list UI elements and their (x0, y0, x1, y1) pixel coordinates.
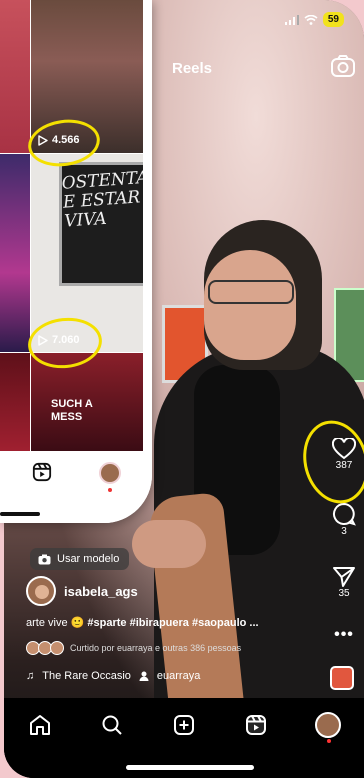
grid-tile[interactable]: SUCH A MESS (31, 353, 143, 451)
search-icon (102, 715, 122, 735)
reels-icon (246, 715, 266, 735)
send-icon (333, 567, 355, 587)
notification-dot (108, 488, 112, 492)
home-indicator (126, 765, 254, 770)
heart-icon (332, 438, 356, 460)
use-template-button[interactable]: Usar modelo (30, 548, 130, 570)
share-button[interactable]: 35 (324, 566, 364, 599)
music-note-icon: ♫ (26, 670, 35, 682)
comment-icon (333, 502, 356, 526)
profile-avatar (315, 712, 341, 738)
person-hand (132, 520, 206, 568)
liker-avatar (50, 641, 64, 655)
person-icon (139, 671, 149, 681)
audio-user[interactable]: euarraya (157, 670, 200, 682)
like-count: 387 (335, 460, 353, 471)
notification-dot (327, 739, 331, 743)
comment-button[interactable]: 3 (324, 502, 364, 537)
caption[interactable]: arte vive 🙂 #sparte #ibirapuera #saopaul… (26, 616, 276, 629)
song-title[interactable]: The Rare Occasio (42, 670, 131, 682)
like-button[interactable]: 387 (324, 438, 364, 471)
nav-home[interactable] (22, 707, 58, 743)
caption-hashtags[interactable]: #sparte #ibirapuera #saopaulo ... (87, 617, 258, 629)
nav-reels[interactable] (238, 707, 274, 743)
author-username[interactable]: isabela_ags (64, 584, 138, 599)
mirror-text: OSTENTAR E ESTAR VIVA (61, 166, 143, 232)
more-options-icon[interactable]: ••• (324, 626, 364, 644)
author-avatar[interactable] (26, 576, 56, 606)
battery-indicator: 59 (322, 12, 344, 27)
liked-by-text: Curtido por euarraya e outras 386 pessoa… (70, 643, 242, 653)
grid-tile[interactable] (0, 0, 30, 153)
home-indicator (0, 512, 40, 516)
nav-search[interactable] (94, 707, 130, 743)
nav-profile[interactable] (310, 707, 346, 743)
comment-count: 3 (341, 526, 347, 537)
home-icon (30, 715, 50, 735)
camera-icon[interactable] (330, 54, 356, 80)
tile-text: SUCH A MESS (51, 398, 93, 423)
liked-by-row[interactable]: Curtido por euarraya e outras 386 pessoa… (26, 641, 241, 655)
grid-tile[interactable] (0, 353, 30, 451)
wifi-icon (304, 14, 318, 25)
share-count: 35 (338, 588, 350, 599)
author-row: isabela_ags (26, 576, 138, 606)
signal-icon (284, 14, 299, 25)
caption-text: arte vive (26, 617, 68, 629)
plus-square-icon (174, 715, 194, 735)
profile-avatar[interactable] (99, 462, 121, 484)
use-template-label: Usar modelo (57, 553, 120, 565)
audio-thumbnail[interactable] (330, 666, 354, 690)
profile-grid-screen: OSTENTAR E ESTAR VIVA SUCH A MESS 4.566 … (0, 0, 152, 523)
person-glasses (208, 280, 294, 304)
nav-create[interactable] (166, 707, 202, 743)
smile-emoji-icon: 🙂 (70, 617, 85, 629)
camera-small-icon (38, 554, 51, 564)
bottom-nav (4, 698, 364, 752)
reels-icon[interactable] (32, 462, 52, 482)
audio-row[interactable]: ♫ The Rare Occasio euarraya (26, 670, 200, 682)
grid-tile[interactable] (0, 154, 30, 352)
person-face (204, 250, 296, 360)
page-title: Reels (172, 60, 213, 77)
